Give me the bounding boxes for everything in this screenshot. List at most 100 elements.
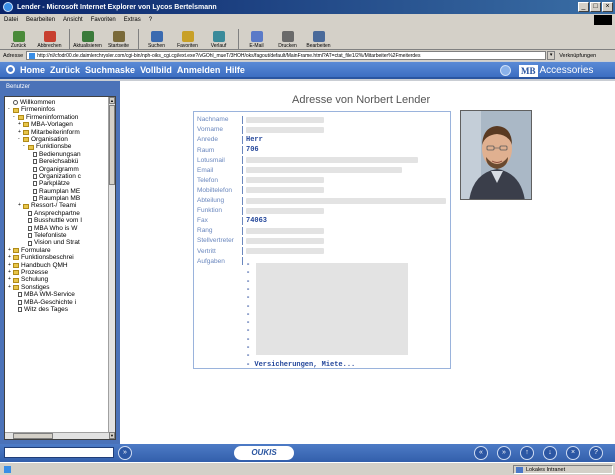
tree-item[interactable]: Telefonliste (6, 232, 109, 239)
field-separator (242, 206, 243, 215)
scroll-down-icon[interactable]: ▼ (109, 432, 115, 439)
tree-item[interactable]: + Schulung (6, 276, 109, 283)
menu-bearbeiten[interactable]: Bearbeiten (26, 17, 55, 23)
maximize-button[interactable]: □ (590, 2, 601, 12)
close-button[interactable]: × (602, 2, 613, 12)
tree-horizontal-scrollbar[interactable] (5, 432, 109, 439)
tree-item[interactable]: Parkplätze (6, 180, 109, 187)
menu-ansicht[interactable]: Ansicht (63, 17, 83, 23)
tree-item[interactable]: + Funktionsbeschrei (6, 254, 109, 261)
toolbar-button-e-mail[interactable]: E-Mail (242, 31, 271, 49)
task-bullet: - (246, 352, 251, 361)
field-row: Anrede Herr (197, 135, 447, 145)
tree-item[interactable]: Raumplan ME (6, 188, 109, 195)
toolbar-button-bearbeiten[interactable]: Bearbeiten (304, 31, 333, 49)
tree-item[interactable]: + Handbuch QMH (6, 262, 109, 269)
security-zone: Lokales Intranet (513, 465, 613, 474)
tree-vertical-scrollbar[interactable]: ▲ ▼ (108, 97, 115, 439)
menu-favoriten[interactable]: Favoriten (91, 17, 116, 23)
hscroll-thumb[interactable] (13, 433, 53, 439)
tree-item[interactable]: Bedienungsan (6, 151, 109, 158)
quick-search-input[interactable] (4, 447, 114, 458)
tree-item[interactable]: + Mitarbeiterinform (6, 129, 109, 136)
toolbar-button-drucken[interactable]: Drucken (273, 31, 302, 49)
nav-down-round-button[interactable]: ↓ (543, 446, 557, 460)
tree-item[interactable]: - Funktionsbe (6, 143, 109, 150)
tree-item[interactable]: + Ressort-/ Teami (6, 202, 109, 209)
nav-up-round-button[interactable]: ↑ (520, 446, 534, 460)
tree-item[interactable]: Bereichsabkü (6, 158, 109, 165)
tree-item[interactable]: + MBA-Vorlagen (6, 121, 109, 128)
tree-expander-icon[interactable]: + (18, 121, 22, 128)
tree-item[interactable]: Organigramm (6, 166, 109, 173)
scroll-up-icon[interactable]: ▲ (109, 97, 115, 104)
tree-expander-icon[interactable]: - (18, 136, 22, 143)
nav-close-round-button[interactable]: × (566, 446, 580, 460)
tree-expander-icon[interactable]: + (8, 284, 12, 291)
toolbar-icon (12, 31, 25, 42)
tree-item[interactable]: - Firmeninfos (6, 106, 109, 113)
tree-item[interactable]: Willkommen (6, 99, 109, 106)
tree-item[interactable]: Raumplan MB (6, 195, 109, 202)
tree-expander-icon[interactable]: + (8, 276, 12, 283)
tree-item[interactable]: + Prozesse (6, 269, 109, 276)
tree-item[interactable]: Vision und Strat (6, 239, 109, 246)
tree-expander-icon[interactable]: - (23, 143, 27, 150)
field-label: Email (197, 166, 214, 174)
nav-home[interactable]: Home (20, 65, 45, 75)
tree-expander-icon[interactable]: - (13, 114, 17, 121)
nav-help[interactable]: Hilfe (225, 65, 245, 75)
toolbar-button-aktualisieren[interactable]: Aktualisieren (73, 31, 102, 49)
tree-item[interactable]: Organization c (6, 173, 109, 180)
tree-item-label: Raumplan MB (39, 195, 81, 203)
minimize-button[interactable]: _ (578, 2, 589, 12)
tree-item[interactable]: MBA Who is W (6, 225, 109, 232)
nav-back-round-button[interactable]: « (474, 446, 488, 460)
quick-search-go-button[interactable]: » (118, 446, 132, 460)
tree-item-label: Handbuch QMH (21, 261, 68, 269)
tree-item[interactable]: + Formulare (6, 247, 109, 254)
toolbar-button-abbrechen[interactable]: Abbrechen (35, 31, 64, 49)
tree-expander-icon[interactable]: + (18, 202, 22, 209)
menu-extras[interactable]: Extras (124, 17, 141, 23)
tree-expander-icon[interactable]: + (8, 254, 12, 261)
tree-item[interactable]: - Organisation (6, 136, 109, 143)
folder-icon (13, 255, 19, 261)
links-label[interactable]: Verknüpfungen (559, 53, 596, 59)
nav-home-icon[interactable] (6, 65, 15, 74)
address-input[interactable]: http://nl/cfodr00.de.daimlerchrysler.com… (26, 51, 547, 60)
tree-item[interactable]: Witz des Tages (6, 306, 109, 313)
field-row: Fax 74063 (197, 216, 447, 226)
tree-expander-icon[interactable]: - (8, 106, 12, 113)
menu-help[interactable]: ? (149, 17, 152, 23)
tree-item[interactable]: MBA-Geschichte i (6, 299, 109, 306)
field-row: Nachname (197, 115, 447, 125)
document-icon (18, 307, 22, 313)
tree-expander-icon[interactable]: + (8, 247, 12, 254)
tree-expander-icon[interactable]: + (8, 262, 12, 269)
tree-item[interactable]: Ansprechpartne (6, 210, 109, 217)
toolbar-button-zur-ck[interactable]: Zurück (4, 31, 33, 49)
tree-item-label: Vision und Strat (34, 239, 80, 247)
tree-expander-icon[interactable]: + (8, 269, 12, 276)
toolbar-button-favoriten[interactable]: Favoriten (173, 31, 202, 49)
nav-login[interactable]: Anmelden (177, 65, 221, 75)
tree-expander-icon[interactable]: + (18, 129, 22, 136)
tree-item[interactable]: MBA WM-Service (6, 291, 109, 298)
tree-item[interactable]: Busshuttle vom I (6, 217, 109, 224)
toolbar-button-suchen[interactable]: Suchen (142, 31, 171, 49)
address-dropdown-icon[interactable]: ▾ (547, 51, 556, 60)
tree-item[interactable]: - Firmeninformation (6, 114, 109, 121)
toolbar-button-verlauf[interactable]: Verlauf (204, 31, 233, 49)
nav-back[interactable]: Zurück (50, 65, 80, 75)
toolbar-button-startseite[interactable]: Startseite (104, 31, 133, 49)
tree-item[interactable]: + Sonstiges (6, 284, 109, 291)
tree-item-label: Witz des Tages (24, 305, 68, 313)
nav-forward-round-button[interactable]: » (497, 446, 511, 460)
nav-search-mask[interactable]: Suchmaske (85, 65, 135, 75)
window-title: Lender - Microsoft Internet Explorer von… (17, 3, 217, 11)
nav-help-round-button[interactable]: ? (589, 446, 603, 460)
menu-datei[interactable]: Datei (4, 17, 18, 23)
scroll-thumb[interactable] (109, 105, 115, 185)
nav-fullscreen[interactable]: Vollbild (140, 65, 172, 75)
